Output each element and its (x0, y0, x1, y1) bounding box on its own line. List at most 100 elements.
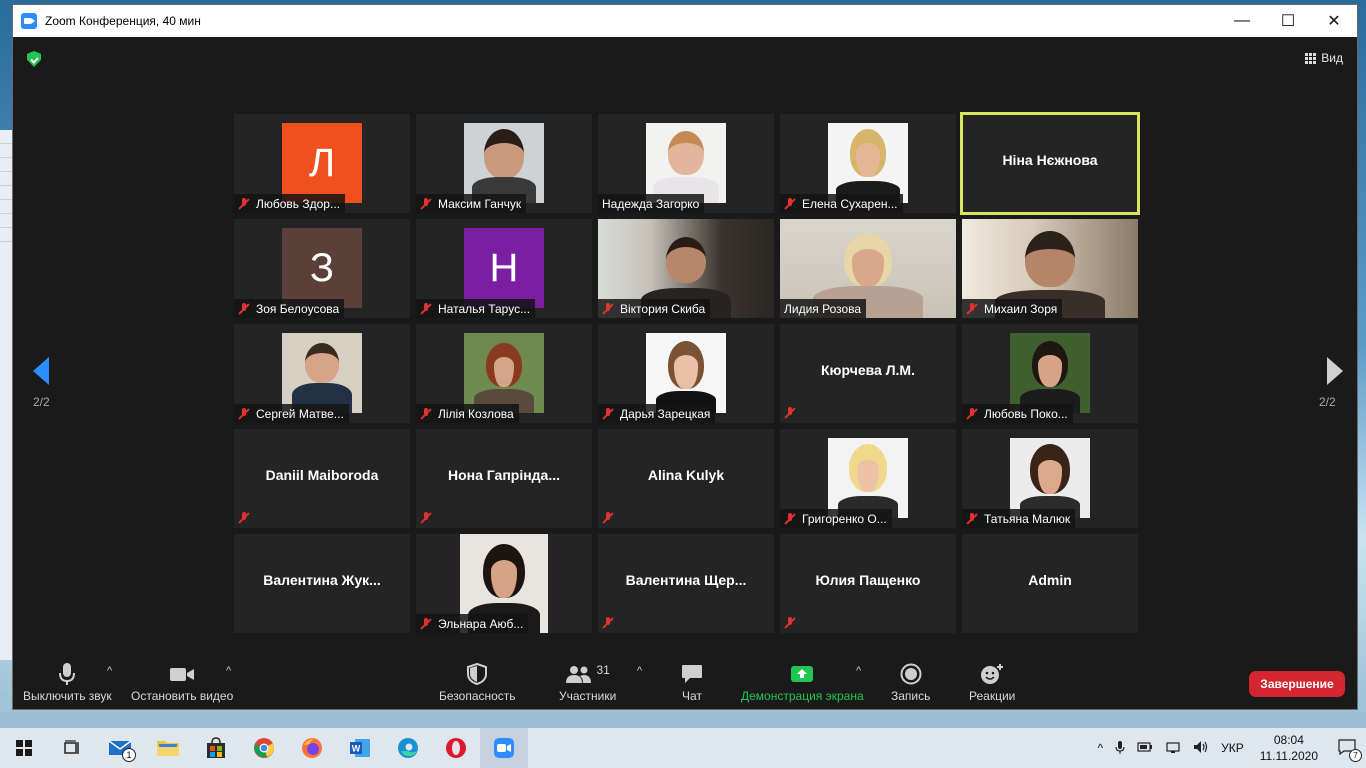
participant-name: Нона Гапрінда... (447, 467, 561, 483)
show-hidden-icons-chevron[interactable]: ^ (1097, 741, 1103, 755)
taskbar-zoom[interactable] (480, 728, 528, 768)
participant-tile[interactable]: Юлия Пащенко (780, 534, 956, 633)
start-button[interactable] (0, 728, 48, 768)
next-page-button[interactable]: 2/2 (1319, 357, 1343, 409)
avatar (464, 333, 544, 413)
video-label: Остановить видео (131, 689, 234, 703)
participant-label: Любовь Здор... (234, 194, 345, 213)
participant-tile[interactable]: Нона Гапрінда... (416, 429, 592, 528)
participant-label: Григоренко О... (780, 509, 892, 528)
participant-label: Зоя Белоусова (234, 299, 345, 318)
participant-name: Юлия Пащенко (815, 572, 921, 588)
taskbar-edge[interactable] (384, 728, 432, 768)
avatar (646, 123, 726, 203)
participant-tile[interactable]: Лидия Розова (780, 219, 956, 318)
participant-tile-active-speaker[interactable]: Ніна Нєжнова (960, 112, 1140, 215)
participant-tile[interactable]: Любовь Поко... (962, 324, 1138, 423)
audio-options-caret[interactable]: ^ (107, 665, 112, 677)
svg-text:W: W (352, 744, 361, 754)
participant-tile[interactable]: Григоренко О... (780, 429, 956, 528)
security-button[interactable]: Безопасность (439, 661, 516, 703)
participant-tile[interactable]: Сергей Матве... (234, 324, 410, 423)
avatar (828, 438, 908, 518)
microphone-icon[interactable] (1115, 740, 1125, 757)
mic-muted-icon (238, 302, 250, 315)
video-options-caret[interactable]: ^ (226, 665, 231, 677)
participant-tile[interactable]: Дарья Зарецкая (598, 324, 774, 423)
participant-name: Лидия Розова (784, 301, 862, 316)
network-icon[interactable] (1165, 740, 1181, 757)
taskbar-file-explorer[interactable] (144, 728, 192, 768)
folder-icon (157, 741, 179, 756)
participant-tile[interactable]: Максим Ганчук (416, 114, 592, 213)
participants-options-caret[interactable]: ^ (637, 665, 642, 677)
volume-icon[interactable] (1193, 740, 1209, 757)
participant-name: Віктория Скиба (620, 301, 706, 316)
participant-tile[interactable]: Михаил Зоря (962, 219, 1138, 318)
zoom-window: Zoom Конференция, 40 мин — ☐ ✕ Вид 2/2 2… (12, 4, 1358, 710)
participant-label: Елена Сухарен... (780, 194, 903, 213)
mic-muted-icon (420, 302, 432, 315)
clock[interactable]: 08:04 11.11.2020 (1260, 732, 1318, 764)
end-meeting-button[interactable]: Завершение (1249, 671, 1345, 697)
participant-tile[interactable]: Лілія Козлова (416, 324, 592, 423)
participant-tile[interactable]: Татьяна Малюк (962, 429, 1138, 528)
taskbar-microsoft-store[interactable] (192, 728, 240, 768)
participant-tile[interactable]: Н Наталья Тарус... (416, 219, 592, 318)
stop-video-button[interactable]: Остановить видео (131, 661, 233, 703)
meeting-toolbar: Выключить звук ^ Остановить видео ^ Безо… (13, 657, 1357, 709)
share-screen-button[interactable]: Демонстрация экрана (741, 661, 864, 703)
task-view-button[interactable] (48, 728, 96, 768)
mic-muted-icon (966, 407, 978, 420)
participant-tile[interactable]: Валентина Жук... (234, 534, 410, 633)
taskbar-mail-app[interactable]: 1 (96, 728, 144, 768)
task-view-icon (64, 740, 79, 754)
previous-page-button[interactable]: 2/2 (33, 357, 50, 409)
shield-check-icon[interactable] (27, 51, 41, 67)
avatar: Л (282, 123, 362, 203)
participants-button[interactable]: 31 Участники (559, 661, 616, 703)
microphone-icon (58, 661, 76, 687)
reactions-button[interactable]: Реакции (969, 661, 1015, 703)
view-button[interactable]: Вид (1305, 51, 1343, 65)
participant-label: Эльнара Аюб... (416, 614, 529, 633)
participant-name: Григоренко О... (802, 511, 887, 526)
mute-button[interactable]: Выключить звук (23, 661, 112, 703)
clock-time: 08:04 (1273, 733, 1304, 747)
store-bag-icon (207, 737, 225, 758)
maximize-button[interactable]: ☐ (1265, 5, 1311, 37)
taskbar-chrome[interactable] (240, 728, 288, 768)
participant-tile[interactable]: Віктория Скиба (598, 219, 774, 318)
record-button[interactable]: Запись (891, 661, 930, 703)
minimize-button[interactable]: — (1219, 5, 1265, 37)
avatar (1010, 438, 1090, 518)
participant-tile[interactable]: Л Любовь Здор... (234, 114, 410, 213)
chat-button[interactable]: Чат (681, 661, 703, 703)
notifications-button[interactable]: 7 (1338, 738, 1362, 762)
participant-label: Татьяна Малюк (962, 509, 1076, 528)
battery-icon[interactable] (1137, 741, 1153, 756)
participant-tile[interactable]: Alina Kulyk (598, 429, 774, 528)
mic-muted-icon (238, 407, 250, 420)
notifications-badge: 7 (1349, 748, 1362, 762)
taskbar-firefox[interactable] (288, 728, 336, 768)
participant-tile[interactable]: Daniil Maiboroda (234, 429, 410, 528)
language-indicator[interactable]: УКР (1221, 741, 1244, 755)
chat-bubble-icon (681, 661, 703, 687)
participant-tile[interactable]: Эльнара Аюб... (416, 534, 592, 633)
video-camera-icon (169, 661, 195, 687)
taskbar-word[interactable]: W (336, 728, 384, 768)
participant-tile[interactable]: Кюрчева Л.М. (780, 324, 956, 423)
clock-date: 11.11.2020 (1259, 749, 1318, 763)
participant-tile[interactable]: Валентина Щер... (598, 534, 774, 633)
close-button[interactable]: ✕ (1311, 5, 1357, 37)
participant-tile[interactable]: З Зоя Белоусова (234, 219, 410, 318)
page-indicator-left: 2/2 (33, 395, 50, 409)
share-options-caret[interactable]: ^ (856, 665, 861, 677)
participant-tile[interactable]: Надежда Загорко (598, 114, 774, 213)
participant-tile[interactable]: Елена Сухарен... (780, 114, 956, 213)
taskbar-opera[interactable] (432, 728, 480, 768)
page-indicator-right: 2/2 (1319, 395, 1336, 409)
participant-name: Елена Сухарен... (802, 196, 898, 211)
participant-tile[interactable]: Admin (962, 534, 1138, 633)
